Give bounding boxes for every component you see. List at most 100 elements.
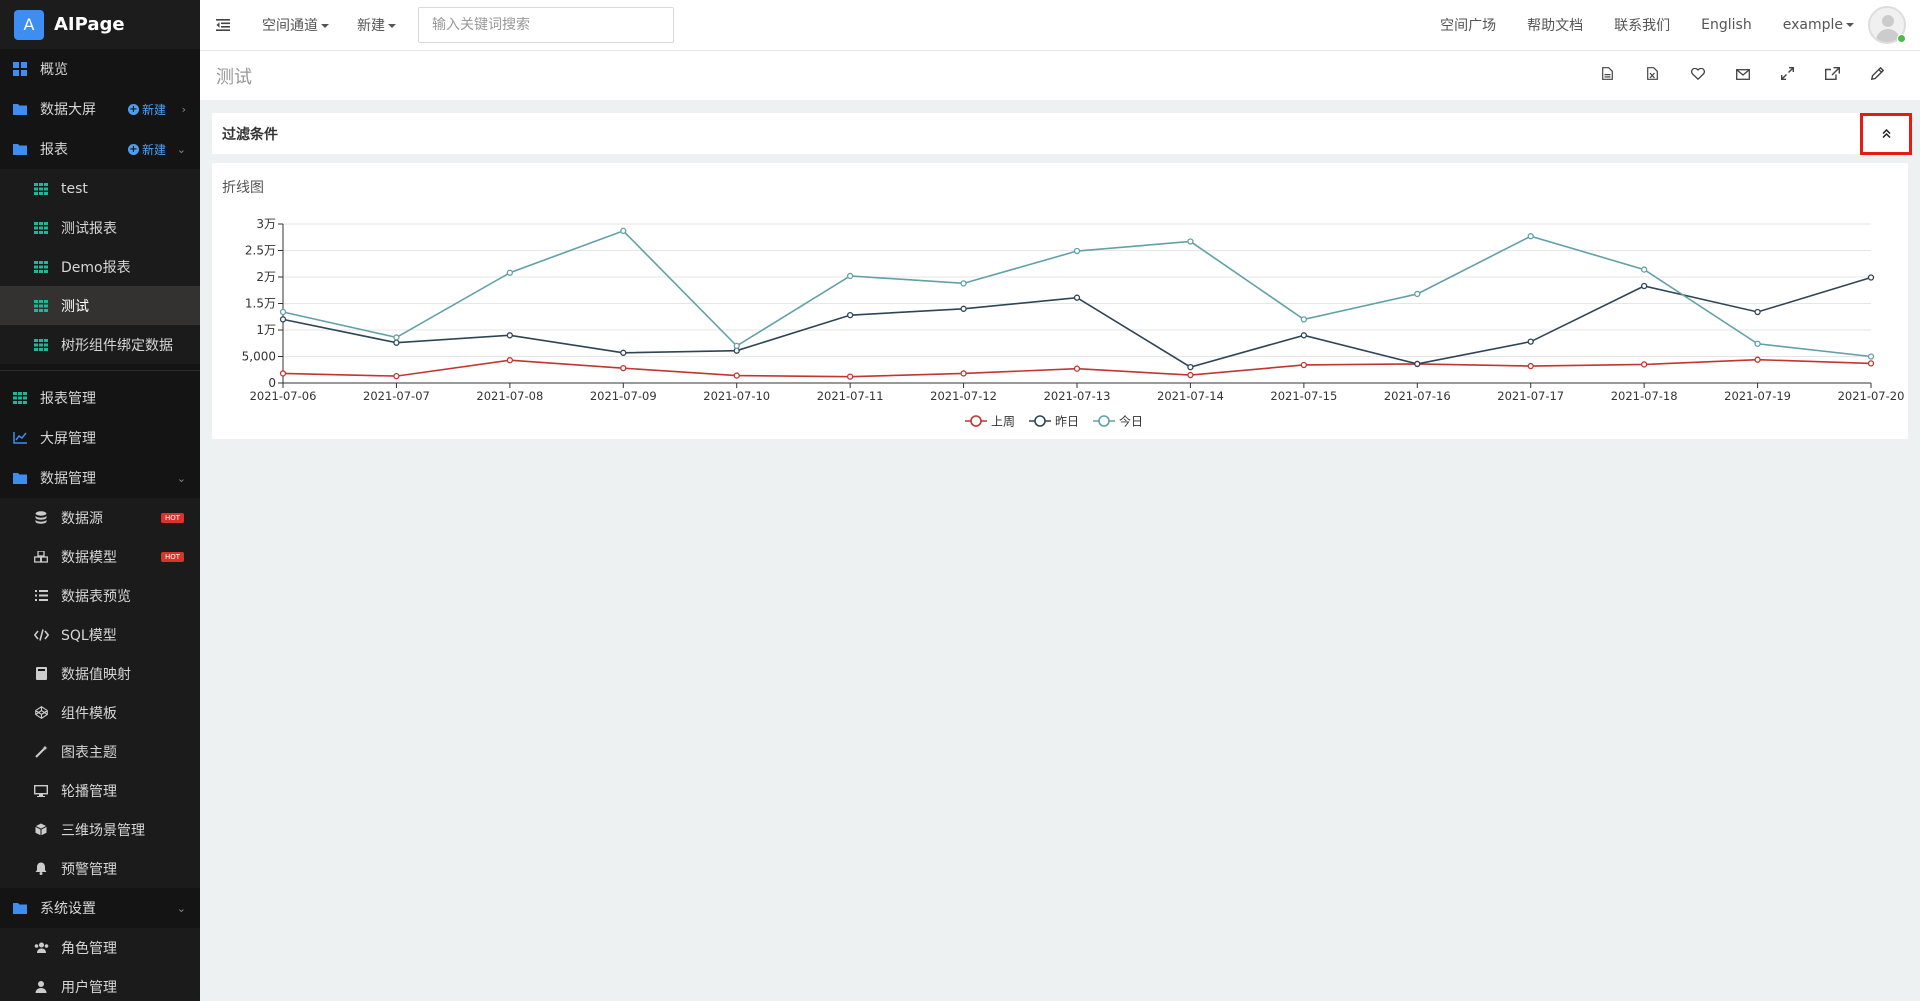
sidebar-item-report-management[interactable]: 报表管理 <box>0 378 200 418</box>
email-icon[interactable] <box>1720 68 1765 84</box>
sidebar-item-report-test[interactable]: test <box>0 169 200 208</box>
folder-icon <box>12 900 28 916</box>
topbar-right: 空间广场 帮助文档 联系我们 English example <box>1440 0 1920 50</box>
space-channel-dropdown[interactable]: 空间通道 <box>262 15 329 35</box>
x-tick-label: 2021-07-16 <box>1384 389 1451 403</box>
data-point <box>279 316 287 323</box>
sidebar-item-report-tree[interactable]: 树形组件绑定数据 <box>0 325 200 364</box>
data-point <box>733 342 740 350</box>
data-point <box>620 227 627 235</box>
sidebar-item-data-management[interactable]: 数据管理 ⌄ <box>0 458 200 498</box>
menu-toggle-icon[interactable] <box>200 16 246 35</box>
space-channel-label: 空间通道 <box>262 18 318 34</box>
sidebar-item-datasource[interactable]: 数据源 HOT <box>0 498 200 537</box>
sidebar-item-component-template[interactable]: 组件模板 <box>0 693 200 732</box>
sidebar-item-label: 用户管理 <box>61 979 117 996</box>
help-docs-link[interactable]: 帮助文档 <box>1527 15 1583 35</box>
data-point <box>1527 362 1534 370</box>
sidebar-item-chart-theme[interactable]: 图表主题 <box>0 732 200 771</box>
sidebar-item-label: 数据值映射 <box>61 666 131 683</box>
magic-wand-icon <box>33 744 49 760</box>
sidebar-divider <box>0 370 200 371</box>
data-point <box>1414 360 1421 368</box>
fullscreen-icon[interactable] <box>1765 67 1810 84</box>
new-label: 新建 <box>141 142 166 157</box>
x-tick-label: 2021-07-08 <box>476 389 543 403</box>
hot-badge: HOT <box>160 551 184 562</box>
sidebar-item-user-management[interactable]: 用户管理 <box>0 967 200 1001</box>
x-tick-label: 2021-07-17 <box>1497 389 1564 403</box>
sidebar-item-label: 预警管理 <box>61 861 117 878</box>
database-icon <box>33 510 49 526</box>
topbar: 空间通道 新建 空间广场 帮助文档 联系我们 English example <box>200 0 1920 51</box>
new-report-button[interactable]: + 新建 <box>127 141 166 158</box>
sidebar-item-carousel[interactable]: 轮播管理 <box>0 771 200 810</box>
contact-us-link[interactable]: 联系我们 <box>1614 15 1670 35</box>
data-point <box>393 372 400 380</box>
data-point <box>506 332 514 339</box>
bell-icon <box>33 861 49 877</box>
data-point <box>506 269 514 276</box>
table-icon <box>33 259 49 275</box>
desktop-icon <box>33 783 49 799</box>
search-input[interactable] <box>418 7 674 43</box>
brand-logo: A <box>14 9 44 40</box>
sidebar-item-sql-model[interactable]: SQL模型 <box>0 615 200 654</box>
y-tick-label: 0 <box>268 376 276 390</box>
sidebar-item-data-model[interactable]: 数据模型 HOT <box>0 537 200 576</box>
sidebar-item-report-active[interactable]: 测试 <box>0 286 200 325</box>
data-point <box>1640 361 1648 368</box>
collapse-filter-button[interactable] <box>1860 113 1912 155</box>
data-point <box>846 373 854 380</box>
sidebar-item-value-mapping[interactable]: 数据值映射 <box>0 654 200 693</box>
user-menu[interactable]: example <box>1783 17 1854 33</box>
favorite-heart-icon[interactable] <box>1675 67 1720 84</box>
sidebar-item-label: SQL模型 <box>61 627 117 644</box>
sidebar-item-report-demo[interactable]: Demo报表 <box>0 247 200 286</box>
sidebar-item-alert[interactable]: 预警管理 <box>0 849 200 888</box>
code-icon <box>33 627 49 643</box>
data-point <box>1073 294 1081 301</box>
sidebar-item-screen-management[interactable]: 大屏管理 <box>0 418 200 458</box>
data-point <box>1073 365 1081 372</box>
legend-marker <box>970 415 982 427</box>
sidebar-item-label: 数据大屏 <box>40 102 96 118</box>
sidebar-item-table-preview[interactable]: 数据表预览 <box>0 576 200 615</box>
user-icon <box>33 979 49 995</box>
table-icon <box>33 220 49 236</box>
sidebar-item-reports[interactable]: 报表 + 新建 ⌄ <box>0 129 200 169</box>
share-icon[interactable] <box>1810 67 1855 84</box>
sidebar-item-label: 组件模板 <box>61 705 117 722</box>
sidebar-item-system-settings[interactable]: 系统设置 ⌄ <box>0 888 200 928</box>
edit-pencil-icon[interactable] <box>1855 66 1900 84</box>
line-chart[interactable]: 0 5,000 1万 1.5万 2万 2.5万 3万 2021-07-06 2021-07-07… <box>212 163 1908 439</box>
space-plaza-link[interactable]: 空间广场 <box>1440 15 1496 35</box>
x-tick-label: 2021-07-07 <box>363 389 430 403</box>
username: example <box>1782 17 1843 33</box>
folder-icon <box>12 470 28 486</box>
sidebar-item-3d-scene[interactable]: 三维场景管理 <box>0 810 200 849</box>
data-point <box>279 370 287 377</box>
sidebar-item-report-test-report[interactable]: 测试报表 <box>0 208 200 247</box>
export-file-icon[interactable] <box>1585 67 1630 84</box>
sidebar-item-overview[interactable]: 概览 <box>0 49 200 89</box>
y-tick-label: 3万 <box>256 217 276 231</box>
brand[interactable]: A AIPage <box>0 0 200 49</box>
new-dropdown[interactable]: 新建 <box>357 15 396 35</box>
page-title: 测试 <box>216 66 252 88</box>
table-icon <box>12 390 28 406</box>
sidebar-item-role-management[interactable]: 角色管理 <box>0 928 200 967</box>
data-point <box>1300 361 1308 369</box>
double-chevron-up-icon <box>1881 127 1891 141</box>
new-dashboard-button[interactable]: + 新建 <box>127 101 166 118</box>
export-excel-icon[interactable] <box>1630 67 1675 84</box>
new-label: 新建 <box>141 102 166 117</box>
language-switch[interactable]: English <box>1701 17 1752 33</box>
sidebar-item-dashboard[interactable]: 数据大屏 + 新建 › <box>0 89 200 129</box>
data-point <box>960 370 967 377</box>
x-tick-label: 2021-07-09 <box>590 389 657 403</box>
chevron-down-icon: ⌄ <box>176 471 186 485</box>
data-point <box>733 372 740 379</box>
data-point <box>1527 338 1534 345</box>
sidebar-item-label: 树形组件绑定数据 <box>61 337 173 354</box>
